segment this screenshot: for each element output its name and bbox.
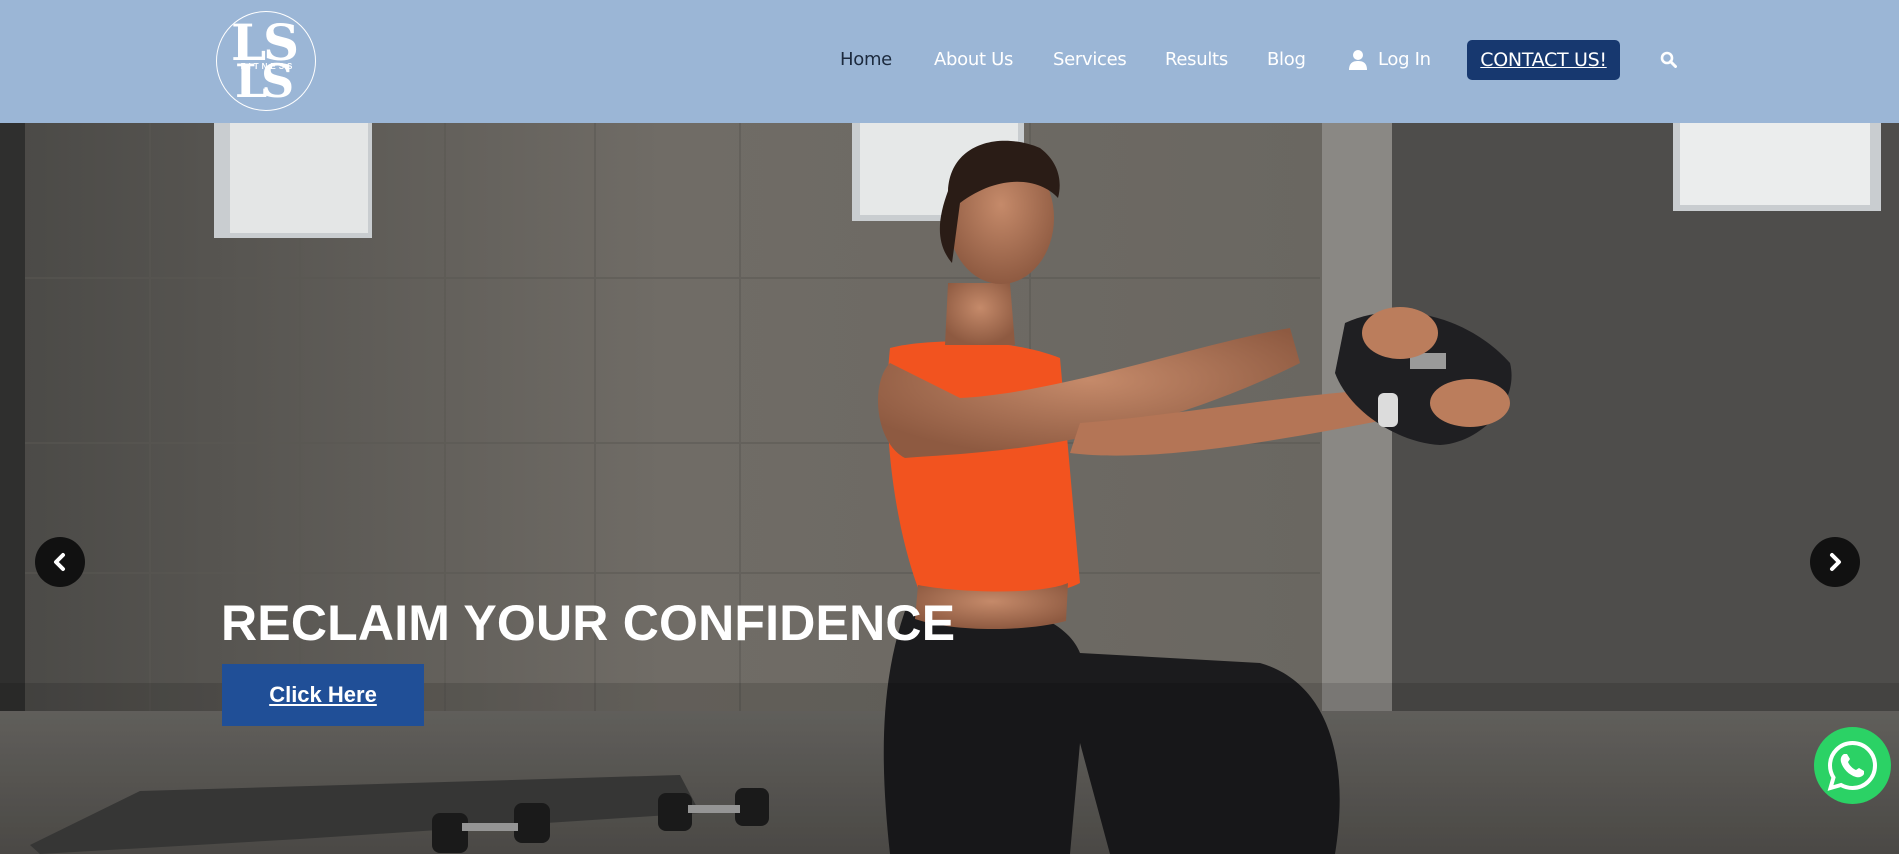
nav-services[interactable]: Services	[1053, 47, 1127, 73]
nav-blog[interactable]: Blog	[1267, 47, 1306, 73]
contact-us-button[interactable]: CONTACT US!	[1467, 40, 1620, 80]
slider-next-button[interactable]	[1810, 537, 1860, 587]
hero-title: RECLAIM YOUR CONFIDENCE	[221, 595, 956, 651]
nav-results[interactable]: Results	[1165, 47, 1228, 73]
hero-cta-button[interactable]: Click Here	[222, 664, 424, 726]
nav-home[interactable]: Home	[840, 47, 892, 73]
chevron-left-icon	[54, 553, 65, 571]
user-icon[interactable]	[1349, 49, 1367, 71]
chevron-right-icon	[1830, 553, 1841, 571]
whatsapp-button[interactable]	[1814, 727, 1891, 804]
nav-log-in[interactable]: Log In	[1378, 47, 1431, 73]
hero-image	[0, 123, 1899, 854]
hero-slider	[0, 123, 1899, 854]
search-icon[interactable]	[1660, 51, 1677, 68]
slider-prev-button[interactable]	[35, 537, 85, 587]
site-header: L S L S FITNESS Home About Us Services R…	[0, 0, 1899, 123]
brand-logo[interactable]: L S L S FITNESS	[216, 11, 316, 111]
logo-tagline: FITNESS	[240, 62, 296, 71]
whatsapp-icon	[1827, 740, 1878, 791]
nav-about-us[interactable]: About Us	[934, 47, 1013, 73]
